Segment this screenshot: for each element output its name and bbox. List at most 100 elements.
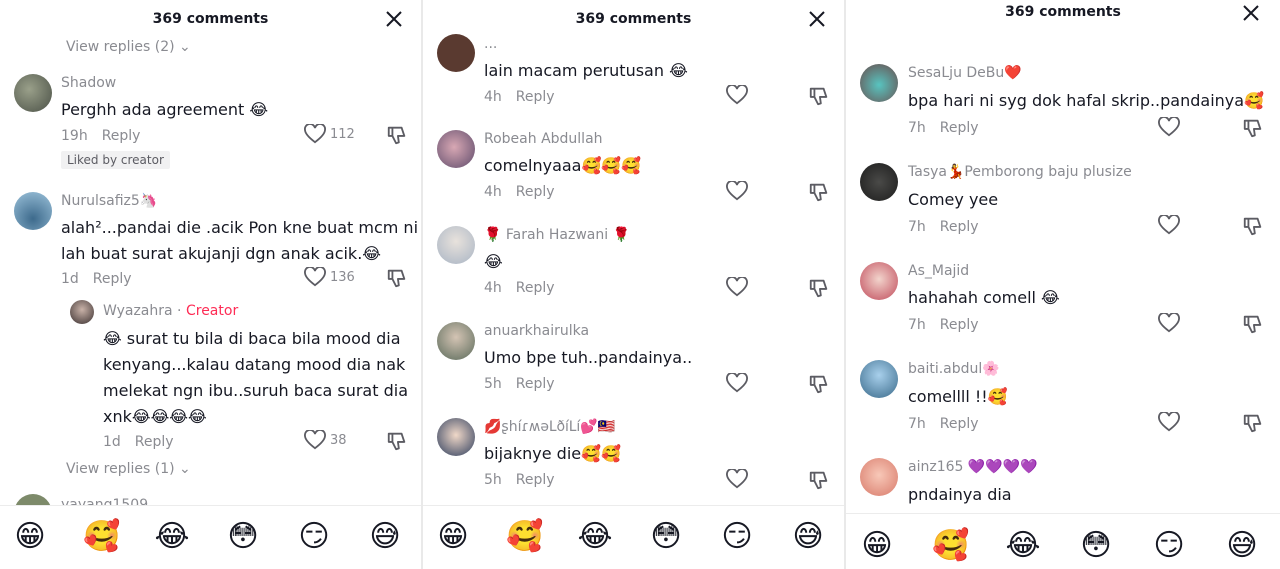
heart-icon <box>1158 412 1180 432</box>
close-icon <box>809 11 825 27</box>
comment-meta: 7h Reply <box>908 416 979 432</box>
comments-header: 369 comments <box>0 0 421 38</box>
reply-button[interactable]: Reply <box>516 376 555 392</box>
like-button[interactable] <box>726 372 748 394</box>
comment-username[interactable]: SesaLju DeBu❤️ <box>908 65 1022 81</box>
like-button[interactable] <box>726 180 748 202</box>
close-button[interactable] <box>808 10 826 28</box>
emoji-button[interactable]: 🥰 <box>83 519 120 555</box>
dislike-button[interactable] <box>1242 117 1264 139</box>
like-button[interactable] <box>726 468 748 490</box>
heart-icon <box>726 181 748 201</box>
like-button[interactable]: 38 <box>304 429 347 451</box>
dislike-button[interactable] <box>808 181 830 203</box>
comment-username[interactable]: As_Majid <box>908 263 969 279</box>
like-button[interactable] <box>726 276 748 298</box>
reply-button[interactable]: Reply <box>940 120 979 136</box>
avatar[interactable] <box>860 262 898 300</box>
emoji-button[interactable]: 😏 <box>719 519 755 555</box>
like-button[interactable] <box>726 84 748 106</box>
comment-time: 4h <box>484 89 502 105</box>
reply-button[interactable]: Reply <box>516 472 555 488</box>
reply-button[interactable]: Reply <box>940 317 979 333</box>
emoji-button[interactable]: 😳 <box>1078 528 1114 564</box>
like-button[interactable] <box>1158 116 1180 138</box>
avatar[interactable] <box>437 418 475 456</box>
view-replies-link[interactable]: View replies (2) ⌄ <box>66 39 191 55</box>
emoji-button[interactable]: 🥰 <box>932 528 969 564</box>
comment-username[interactable]: baiti.abdul🌸 <box>908 361 1000 377</box>
comment-username[interactable]: Shadow <box>61 75 116 91</box>
dislike-button[interactable] <box>808 277 830 299</box>
emoji-button[interactable]: 😅 <box>367 519 403 555</box>
emoji-button[interactable]: 😏 <box>296 519 332 555</box>
reply-button[interactable]: Reply <box>516 184 555 200</box>
like-button[interactable] <box>1158 411 1180 433</box>
emoji-button[interactable]: 😅 <box>1224 528 1260 564</box>
emoji-button[interactable]: 😅 <box>790 519 826 555</box>
avatar[interactable] <box>860 163 898 201</box>
comment-username[interactable]: Tasya💃Pemborong baju plusize <box>908 164 1132 180</box>
comment-username[interactable]: ... <box>484 36 497 52</box>
comment-username[interactable]: anuarkhairulka <box>484 323 589 339</box>
emoji-button[interactable]: 😁 <box>859 528 895 564</box>
comment-username[interactable]: 🌹 Farah Hazwani 🌹 <box>484 227 630 243</box>
dislike-button[interactable] <box>808 469 830 491</box>
emoji-button[interactable]: 😏 <box>1151 528 1187 564</box>
like-button[interactable] <box>1158 214 1180 236</box>
comment-username[interactable]: Nurulsafiz5🦄 <box>61 193 157 209</box>
dislike-button[interactable] <box>1242 215 1264 237</box>
avatar[interactable] <box>70 300 94 324</box>
comment-username[interactable]: Wyazahra · Creator <box>103 303 238 319</box>
like-button[interactable]: 136 <box>304 266 355 288</box>
avatar[interactable] <box>14 192 52 230</box>
avatar[interactable] <box>860 360 898 398</box>
emoji-button[interactable]: 😂 <box>1005 528 1041 564</box>
comment-list[interactable]: SesaLju DeBu❤️ bpa hari ni syg dok hafal… <box>846 0 1280 569</box>
reply-button[interactable]: Reply <box>135 434 174 450</box>
reply-button[interactable]: Reply <box>940 416 979 432</box>
comment-username[interactable]: ainz165 💜💜💜💜 <box>908 459 1038 475</box>
comments-count-title: 369 comments <box>575 11 692 27</box>
avatar[interactable] <box>437 34 475 72</box>
reply-button[interactable]: Reply <box>516 89 555 105</box>
comment-list[interactable]: ... lain macam perutusan 😂 4h Reply Robea… <box>423 0 844 569</box>
like-button[interactable] <box>1158 312 1180 334</box>
comment-username[interactable]: 💋ʂհíɾʍəԼðíԼí💕🇲🇾 <box>484 419 615 435</box>
avatar[interactable] <box>860 458 898 496</box>
emoji-button[interactable]: 😂 <box>577 519 613 555</box>
emoji-button[interactable]: 😁 <box>435 519 471 555</box>
emoji-bar: 😁 🥰 😂 😳 😏 😅 <box>846 513 1280 569</box>
dislike-button[interactable] <box>808 85 830 107</box>
close-button[interactable] <box>1242 4 1260 22</box>
view-replies-link[interactable]: View replies (1) ⌄ <box>66 461 191 477</box>
dislike-button[interactable] <box>386 267 408 289</box>
emoji-button[interactable]: 😳 <box>225 519 261 555</box>
emoji-button[interactable]: 🥰 <box>506 519 543 555</box>
emoji-button[interactable]: 😁 <box>12 519 48 555</box>
dislike-button[interactable] <box>386 124 408 146</box>
reply-button[interactable]: Reply <box>102 128 141 144</box>
avatar[interactable] <box>14 74 52 112</box>
like-button[interactable]: 112 <box>304 123 355 145</box>
avatar[interactable] <box>437 226 475 264</box>
dislike-button[interactable] <box>1242 412 1264 434</box>
avatar[interactable] <box>437 130 475 168</box>
close-button[interactable] <box>385 10 403 28</box>
close-icon <box>386 11 402 27</box>
reply-button[interactable]: Reply <box>93 271 132 287</box>
dislike-button[interactable] <box>808 373 830 395</box>
dislike-button[interactable] <box>1242 313 1264 335</box>
reply-button[interactable]: Reply <box>516 280 555 296</box>
thumbs-down-icon <box>1243 414 1262 433</box>
avatar[interactable] <box>860 64 898 102</box>
dislike-button[interactable] <box>386 430 408 452</box>
comments-count-title: 369 comments <box>152 11 269 27</box>
thumbs-down-icon <box>1243 119 1262 138</box>
comment-list[interactable]: View replies (2) ⌄ Shadow Perghh ada agr… <box>0 0 421 569</box>
comment-username[interactable]: Robeah Abdullah <box>484 131 603 147</box>
reply-button[interactable]: Reply <box>940 219 979 235</box>
emoji-button[interactable]: 😳 <box>648 519 684 555</box>
avatar[interactable] <box>437 322 475 360</box>
emoji-button[interactable]: 😂 <box>154 519 190 555</box>
